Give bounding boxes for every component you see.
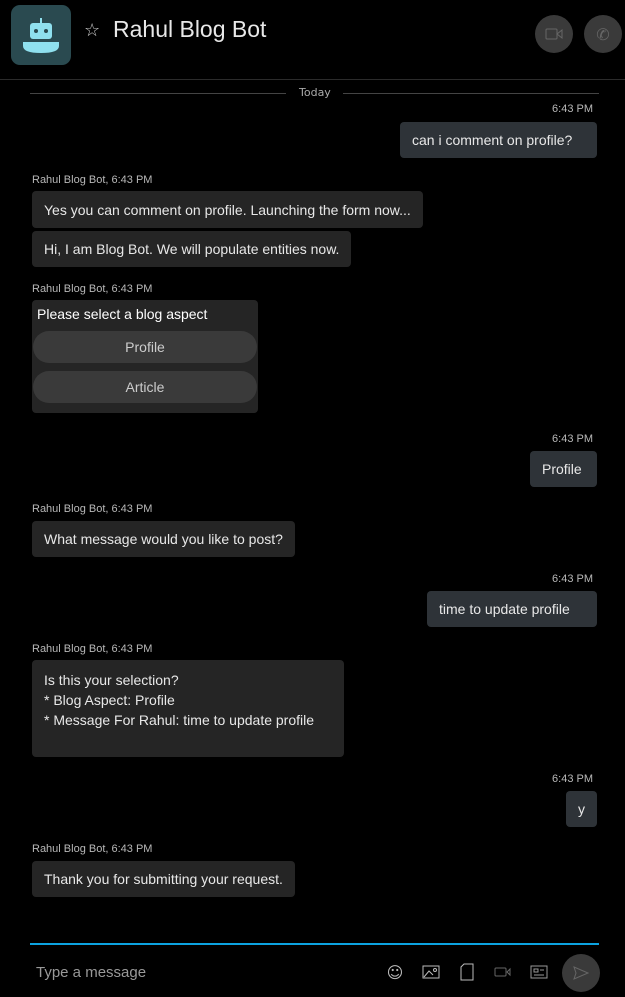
- contact-card-icon[interactable]: [529, 962, 549, 982]
- message-time: 6:43 PM: [552, 773, 593, 785]
- bot-message: What message would you like to post?: [32, 521, 295, 557]
- robot-icon: [23, 18, 59, 53]
- emoji-icon[interactable]: ☺: [385, 962, 405, 982]
- bot-message: Yes you can comment on profile. Launchin…: [32, 191, 423, 228]
- message-time: 6:43 PM: [552, 103, 593, 115]
- composer-focus-line: [30, 943, 599, 945]
- message-input[interactable]: Type a message: [36, 964, 146, 981]
- choice-card: Please select a blog aspect Profile Arti…: [32, 300, 258, 413]
- user-message: can i comment on profile?: [400, 122, 597, 158]
- message-time: 6:43 PM: [552, 573, 593, 585]
- chat-header: ☆ Rahul Blog Bot ✆: [0, 0, 625, 80]
- message-time: 6:43 PM: [552, 433, 593, 445]
- video-call-button[interactable]: [535, 15, 573, 53]
- user-message: time to update profile: [427, 591, 597, 627]
- option-profile-button[interactable]: Profile: [33, 331, 257, 363]
- bot-message: Hi, I am Blog Bot. We will populate enti…: [32, 231, 352, 267]
- bot-message-label: Rahul Blog Bot, 6:43 PM: [32, 643, 153, 655]
- divider-line: [343, 93, 599, 94]
- image-icon[interactable]: [421, 962, 441, 982]
- bot-message: Is this your selection? * Blog Aspect: P…: [32, 660, 344, 757]
- video-message-icon[interactable]: [493, 962, 513, 982]
- video-call-icon: [545, 28, 563, 40]
- option-article-button[interactable]: Article: [33, 371, 257, 403]
- bot-message-label: Rahul Blog Bot, 6:43 PM: [32, 503, 153, 515]
- user-message: y: [566, 791, 597, 827]
- bot-message-label: Rahul Blog Bot, 6:43 PM: [32, 174, 153, 186]
- send-button[interactable]: [562, 954, 600, 992]
- chat-title: Rahul Blog Bot: [113, 16, 267, 42]
- send-icon: [573, 966, 590, 980]
- favorite-star-icon[interactable]: ☆: [84, 20, 100, 41]
- phone-icon: ✆: [596, 24, 610, 44]
- audio-call-button[interactable]: ✆: [584, 15, 622, 53]
- bot-avatar[interactable]: [11, 5, 71, 65]
- card-title: Please select a blog aspect: [37, 306, 208, 322]
- user-message: Profile: [530, 451, 597, 487]
- bot-message: Thank you for submitting your request.: [32, 861, 295, 897]
- divider-line: [30, 93, 286, 94]
- file-icon[interactable]: [457, 962, 477, 982]
- date-divider: Today: [299, 86, 331, 99]
- bot-message-label: Rahul Blog Bot, 6:43 PM: [32, 283, 153, 295]
- bot-message-label: Rahul Blog Bot, 6:43 PM: [32, 843, 153, 855]
